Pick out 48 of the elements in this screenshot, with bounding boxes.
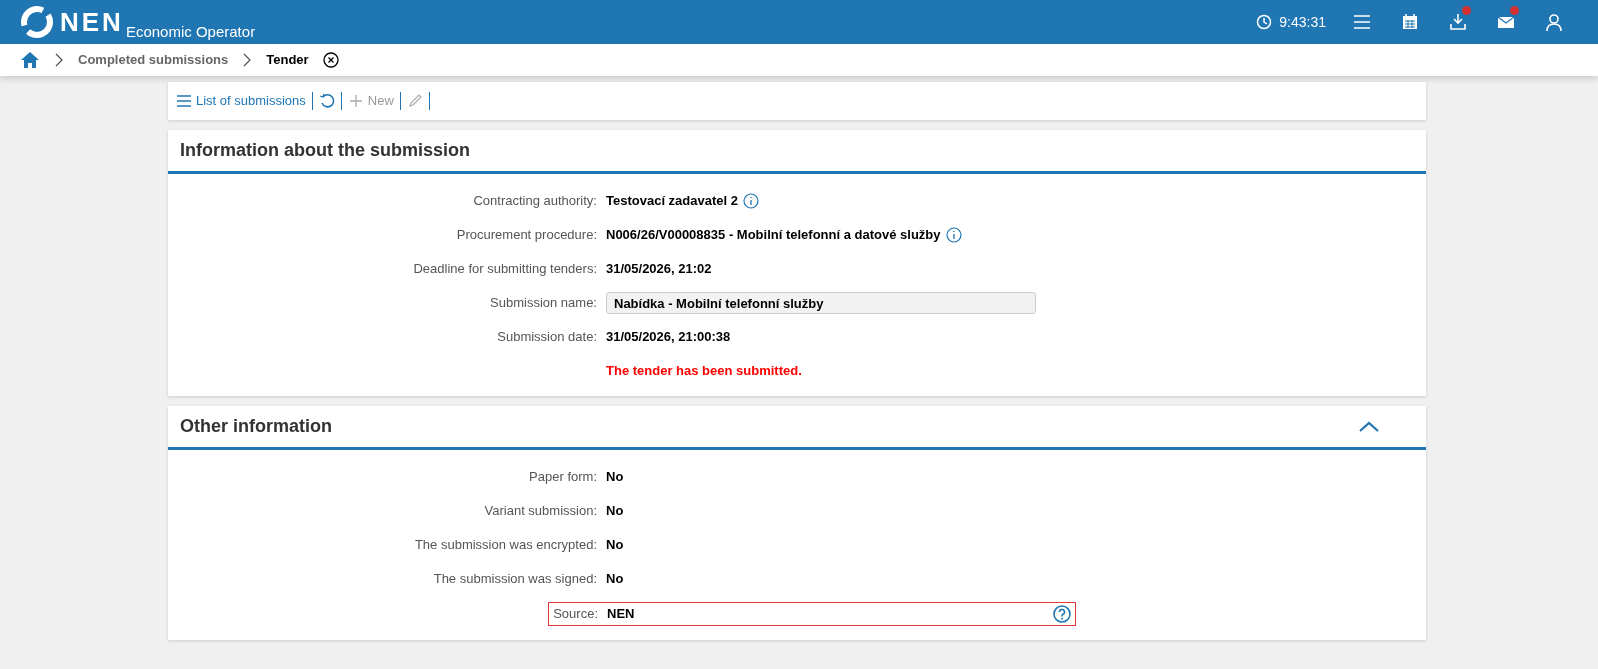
chevron-right-icon [54, 53, 64, 67]
user-icon[interactable] [1544, 12, 1564, 32]
text-field[interactable]: Nabídka - Mobilní telefonní služby [606, 292, 1036, 314]
pencil-icon [406, 93, 423, 109]
section-title: Other information [180, 415, 332, 438]
field-label: Deadline for submitting tenders: [412, 260, 598, 279]
breadcrumb-link[interactable]: Completed submissions [78, 50, 229, 70]
close-icon[interactable] [322, 52, 339, 68]
field-label: Paper form: [528, 468, 598, 487]
field-value: No [606, 570, 624, 589]
field-label: Variant submission: [483, 502, 598, 521]
field-label: Submission name: [489, 294, 598, 313]
home-icon[interactable] [20, 51, 40, 69]
clock-time: 9:43:31 [1279, 12, 1326, 32]
status-message: The tender has been submitted. [606, 362, 802, 381]
field-value: N006/26/V00008835 - Mobilní telefonní a datové služby [606, 226, 941, 245]
field-value: No [606, 536, 624, 555]
field-value: 31/05/2026, 21:02 [606, 260, 712, 279]
field-label: Contracting authority: [472, 192, 598, 211]
field-label: Procurement procedure: [455, 226, 598, 245]
field-label: The submission was signed: [432, 570, 598, 589]
field-value: Testovací zadavatel 2 [606, 192, 738, 211]
field-value: No [606, 468, 624, 487]
chevron-right-icon [242, 53, 253, 67]
download-icon[interactable] [1448, 12, 1468, 32]
plus-icon [347, 93, 364, 109]
help-icon[interactable] [1053, 605, 1071, 623]
chevron-up-icon[interactable] [1358, 419, 1380, 434]
info-icon[interactable] [945, 227, 962, 243]
logo-icon [20, 5, 54, 39]
menu-icon[interactable] [1352, 12, 1372, 32]
clock-icon [1256, 14, 1273, 30]
field-label: The submission was encrypted: [413, 536, 598, 555]
field-value: NEN [607, 605, 635, 624]
breadcrumb-current: Tender [266, 51, 309, 70]
field-label: Source: [552, 605, 599, 624]
field-label: Submission date: [496, 328, 598, 347]
field-value: No [606, 502, 624, 521]
field-value: 31/05/2026, 21:00:38 [606, 328, 731, 347]
logo-text: NEN [60, 9, 124, 35]
calendar-icon[interactable] [1400, 12, 1420, 32]
section-title: Information about the submission [180, 139, 470, 162]
list-button[interactable]: List of submissions [176, 91, 306, 111]
info-icon[interactable] [743, 193, 759, 209]
refresh-button[interactable] [318, 93, 335, 109]
menu-icon [176, 93, 192, 109]
refresh-icon [318, 93, 335, 109]
app-subtitle: Economic Operator [125, 21, 256, 42]
